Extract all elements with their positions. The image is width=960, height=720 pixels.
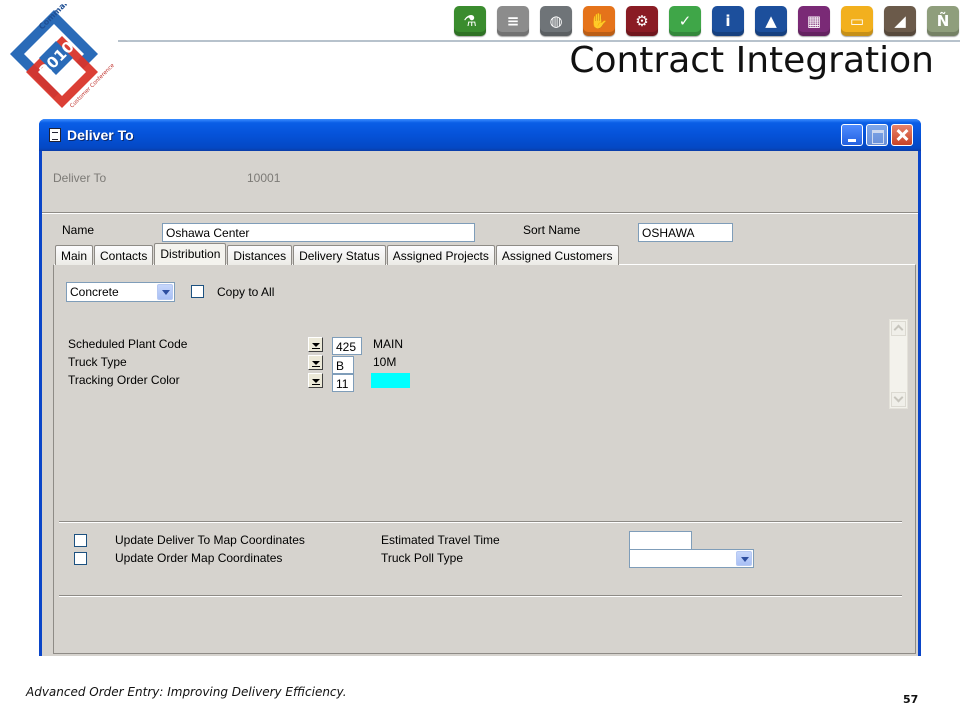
tab-distances[interactable]: Distances bbox=[227, 245, 293, 265]
tracking-color-dropdown-button[interactable] bbox=[308, 373, 323, 388]
truck-icon: ◢ bbox=[884, 6, 916, 36]
panel-separator-upper bbox=[59, 521, 902, 523]
info-icon: i bbox=[712, 6, 744, 36]
vertical-scrollbar[interactable] bbox=[889, 319, 908, 409]
panel-separator-lower bbox=[59, 595, 902, 597]
header-separator bbox=[42, 212, 918, 214]
scroll-up-arrow-icon[interactable] bbox=[891, 321, 906, 336]
distribution-panel: Concrete Copy to All Scheduled Plant Cod… bbox=[53, 264, 916, 654]
slide-footer: Advanced Order Entry: Improving Delivery… bbox=[26, 685, 347, 699]
truck-poll-type-select[interactable] bbox=[629, 549, 754, 568]
scheduled-plant-code-label: Scheduled Plant Code bbox=[68, 337, 188, 351]
minimize-button[interactable] bbox=[841, 124, 863, 146]
update-order-coordinates-label: Update Order Map Coordinates bbox=[115, 551, 283, 565]
plant-code-description: MAIN bbox=[373, 337, 403, 351]
page-number: 57 bbox=[903, 693, 919, 706]
plant-code-dropdown-button[interactable] bbox=[308, 337, 323, 352]
copy-to-all-checkbox[interactable] bbox=[191, 285, 204, 298]
sort-name-label: Sort Name bbox=[523, 223, 581, 237]
hand-icon: ✋ bbox=[583, 6, 615, 36]
product-select[interactable]: Concrete bbox=[66, 282, 175, 302]
tab-distribution[interactable]: Distribution bbox=[154, 243, 227, 265]
tracking-color-field[interactable]: 11 bbox=[332, 374, 354, 392]
truck-type-field[interactable]: B bbox=[332, 356, 354, 374]
n-letter-icon: Ñ bbox=[927, 6, 959, 36]
update-order-coordinates-checkbox[interactable] bbox=[74, 552, 87, 565]
chevron-down-icon[interactable] bbox=[736, 551, 752, 566]
deliver-to-label: Deliver To bbox=[53, 171, 107, 185]
gears-icon: ⚙ bbox=[626, 6, 658, 36]
estimated-travel-time-label: Estimated Travel Time bbox=[381, 533, 500, 547]
toolbar-icons: ⚗ ≡ ◍ ✋ ⚙ ✓ i ▲ ▦ ▭ ◢ Ñ bbox=[454, 6, 959, 36]
slide-title: Contract Integration bbox=[569, 40, 934, 81]
stamp-icon: ▲ bbox=[755, 6, 787, 36]
building-icon: ▦ bbox=[798, 6, 830, 36]
tab-strip: Main Contacts Distribution Distances Deliver… bbox=[55, 243, 620, 265]
command-alkon-logo: 2010 Command Alkon Customer Conference bbox=[10, 4, 114, 109]
plant-code-field[interactable]: 425 bbox=[332, 337, 362, 355]
deliver-to-window: Deliver To Deliver To 10001 Name Oshawa … bbox=[39, 119, 921, 656]
window-titlebar[interactable]: Deliver To bbox=[39, 119, 921, 151]
chevron-down-icon[interactable] bbox=[157, 284, 173, 300]
deliver-to-value: 10001 bbox=[247, 171, 281, 185]
close-button[interactable] bbox=[891, 124, 913, 146]
product-select-value: Concrete bbox=[70, 285, 119, 299]
flask-icon: ⚗ bbox=[454, 6, 486, 36]
tab-assigned-projects[interactable]: Assigned Projects bbox=[386, 245, 495, 265]
tab-assigned-customers[interactable]: Assigned Customers bbox=[495, 245, 619, 265]
window-title: Deliver To bbox=[67, 127, 134, 143]
tab-delivery-status[interactable]: Delivery Status bbox=[293, 245, 386, 265]
tracking-order-color-label: Tracking Order Color bbox=[68, 373, 180, 387]
sort-name-field[interactable]: OSHAWA bbox=[638, 223, 733, 242]
truck-type-label: Truck Type bbox=[68, 355, 127, 369]
folder-icon: ▭ bbox=[841, 6, 873, 36]
truck-poll-type-label: Truck Poll Type bbox=[381, 551, 464, 565]
name-field[interactable]: Oshawa Center bbox=[162, 223, 475, 242]
update-deliver-coordinates-checkbox[interactable] bbox=[74, 534, 87, 547]
window-client-area: Deliver To 10001 Name Oshawa Center Sort… bbox=[42, 151, 918, 656]
maximize-button bbox=[866, 124, 888, 146]
estimated-travel-time-field[interactable] bbox=[629, 531, 692, 550]
name-label: Name bbox=[62, 223, 95, 237]
scroll-down-arrow-icon[interactable] bbox=[891, 392, 906, 407]
road-icon: ≡ bbox=[497, 6, 529, 36]
truck-type-description: 10M bbox=[373, 355, 397, 369]
tab-main[interactable]: Main bbox=[55, 245, 94, 265]
checkmark-icon: ✓ bbox=[669, 6, 701, 36]
copy-to-all-label: Copy to All bbox=[217, 285, 275, 299]
update-deliver-coordinates-label: Update Deliver To Map Coordinates bbox=[115, 533, 305, 547]
tracking-color-swatch bbox=[371, 373, 410, 388]
truck-type-dropdown-button[interactable] bbox=[308, 355, 323, 370]
document-icon bbox=[49, 128, 61, 142]
tab-contacts[interactable]: Contacts bbox=[94, 245, 154, 265]
globe-icon: ◍ bbox=[540, 6, 572, 36]
